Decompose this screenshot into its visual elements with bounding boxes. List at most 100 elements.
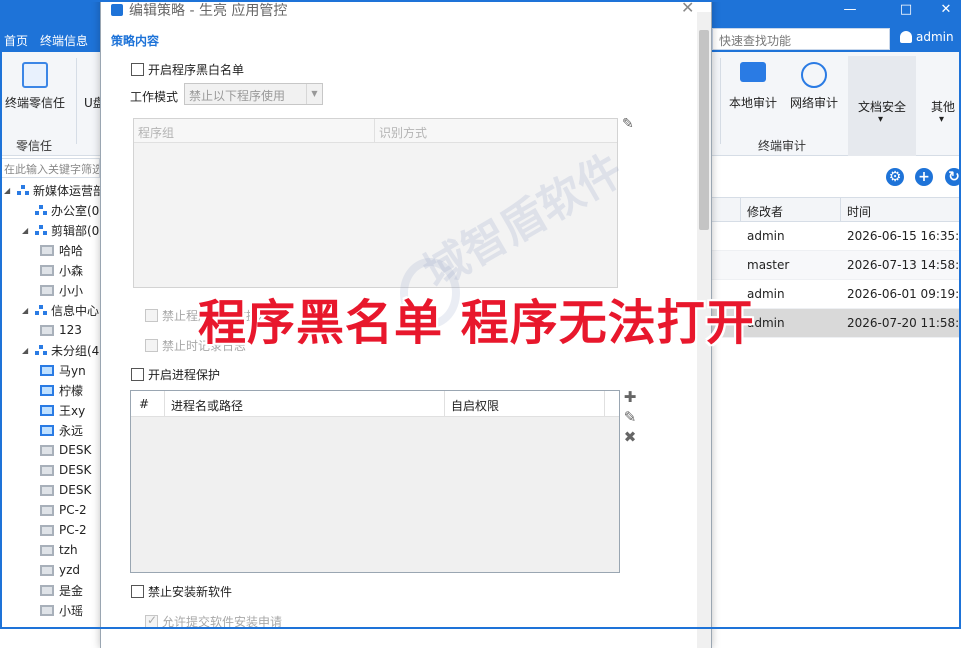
other-button[interactable]: 其他 ▾ xyxy=(922,56,961,156)
computer-icon xyxy=(40,424,54,436)
mode-select[interactable]: 禁止以下程序使用 ▼ xyxy=(184,83,323,105)
computer-icon xyxy=(40,324,54,336)
table-row[interactable]: master 2026-07-13 14:58:2 xyxy=(712,251,961,280)
maximize-button[interactable]: □ xyxy=(886,2,926,17)
chevron-down-icon: ▼ xyxy=(306,84,322,104)
chevron-down-icon: ▾ xyxy=(878,114,884,125)
document-security-button[interactable]: 文档安全 ▾ xyxy=(848,56,916,156)
tree-group[interactable]: ◢ 剪辑部(0 xyxy=(22,220,99,240)
column-time[interactable]: 时间 xyxy=(847,203,871,220)
tree-device[interactable]: 小小 xyxy=(40,280,83,300)
tree-label: 未分组(4 xyxy=(51,343,100,358)
cell-time: 2026-06-15 16:35:0 xyxy=(847,229,961,243)
scroll-thumb[interactable] xyxy=(699,30,709,230)
tree-device[interactable]: DESK xyxy=(40,460,91,480)
column-separator xyxy=(374,119,375,143)
tree-label: PC-2 xyxy=(59,523,87,537)
tree-device[interactable]: 小瑶 xyxy=(40,600,83,620)
computer-icon xyxy=(40,584,54,596)
tree-device[interactable]: PC-2 xyxy=(40,500,87,520)
refresh-icon[interactable]: ↻ xyxy=(945,168,961,186)
tree-device[interactable]: DESK xyxy=(40,440,91,460)
forbid-install-checkbox[interactable]: 禁止安装新软件 xyxy=(131,583,232,600)
checkbox-box[interactable] xyxy=(131,368,144,381)
column-separator xyxy=(740,198,741,222)
tree-group[interactable]: ◢ 未分组(4 xyxy=(22,340,99,360)
process-table-header: # 进程名或路径 自启权限 xyxy=(131,391,619,417)
computer-icon xyxy=(40,504,54,516)
edit-icon[interactable]: ✎ xyxy=(622,116,634,132)
ribbon-group-zero-trust: 零信任 xyxy=(16,139,53,153)
tree-label: 新媒体运营部 xyxy=(33,183,100,198)
cell-time: 2026-06-01 09:19:2 xyxy=(847,287,961,301)
expand-toggle-icon[interactable]: ◢ xyxy=(22,346,32,355)
shield-icon xyxy=(22,62,48,88)
column-process-path: 进程名或路径 xyxy=(171,399,244,413)
menu-home[interactable]: 首页 xyxy=(4,32,28,49)
computer-icon xyxy=(40,564,54,576)
computer-icon xyxy=(40,484,54,496)
network-audit-button[interactable]: 网络审计 xyxy=(788,62,840,111)
local-audit-button[interactable]: 本地审计 xyxy=(727,62,779,111)
tree-device[interactable]: 永远 xyxy=(40,420,83,440)
column-identify-method: 识别方式 xyxy=(379,126,428,140)
checkbox-box[interactable] xyxy=(131,63,144,76)
checkbox-box[interactable] xyxy=(131,585,144,598)
tree-group[interactable]: ◢ 信息中心 xyxy=(22,300,99,320)
tree-label: 是金 xyxy=(59,583,84,598)
zero-trust-button[interactable]: 终端零信任 xyxy=(4,62,66,111)
tree-device[interactable]: 123 xyxy=(40,320,82,340)
tree-device[interactable]: 王xy xyxy=(40,400,85,420)
minimize-button[interactable]: — xyxy=(830,2,870,17)
whitelist-checkbox[interactable]: 开启程序黑白名单 xyxy=(131,61,244,78)
checkbox-box[interactable] xyxy=(145,309,158,322)
allow-submit-label: 允许提交软件安装申请 xyxy=(162,615,283,629)
menu-terminal-info[interactable]: 终端信息 xyxy=(40,32,88,49)
tree-device[interactable]: 小森 xyxy=(40,260,83,280)
tree-device[interactable]: tzh xyxy=(40,540,78,560)
tree-device[interactable]: DESK xyxy=(40,480,91,500)
tree-label: 信息中心 xyxy=(51,303,100,318)
checkbox-box[interactable] xyxy=(145,613,158,628)
checkbox-box[interactable] xyxy=(145,339,158,352)
user-name: admin xyxy=(916,30,954,44)
network-audit-label: 网络审计 xyxy=(789,96,838,110)
ribbon-separator xyxy=(720,58,721,144)
org-icon xyxy=(35,304,47,316)
expand-toggle-icon[interactable]: ◢ xyxy=(4,186,14,195)
tree-label: PC-2 xyxy=(59,503,87,517)
tree-group[interactable]: ◢ 新媒体运营部 xyxy=(4,180,100,200)
dialog-title-text: 编辑策略 - 生亮 应用管控 xyxy=(129,3,288,19)
tree-device[interactable]: 马yn xyxy=(40,360,86,380)
column-separator xyxy=(604,391,605,417)
gear-icon[interactable]: ⚙ xyxy=(886,168,904,186)
tree-device[interactable]: yzd xyxy=(40,560,80,580)
allow-submit-checkbox[interactable]: 允许提交软件安装申请 xyxy=(145,613,282,630)
user-menu[interactable]: admin xyxy=(900,30,954,44)
table-row[interactable]: admin 2026-06-15 16:35:0 xyxy=(712,222,961,251)
tree-device[interactable]: PC-2 xyxy=(40,520,87,540)
process-protect-checkbox[interactable]: 开启进程保护 xyxy=(131,366,220,383)
tree-device[interactable]: 柠檬 xyxy=(40,380,83,400)
document-security-label: 文档安全 xyxy=(858,100,907,114)
edit-icon[interactable]: ✎ xyxy=(622,408,638,426)
tree-group[interactable]: 办公室(0 xyxy=(22,200,99,220)
add-icon[interactable]: + xyxy=(915,168,933,186)
tree-filter-input[interactable]: 在此输入关键字筛选 xyxy=(0,158,100,178)
quick-search-input[interactable]: 快速查找功能 xyxy=(712,28,890,50)
close-window-button[interactable]: ✕ xyxy=(926,2,961,17)
usb-button[interactable]: U盘 xyxy=(84,94,100,111)
delete-icon[interactable]: ✖ xyxy=(622,428,638,446)
org-icon xyxy=(35,344,47,356)
column-modifier[interactable]: 修改者 xyxy=(747,203,783,220)
tree-device[interactable]: 哈哈 xyxy=(40,240,83,260)
expand-toggle-icon[interactable]: ◢ xyxy=(22,226,32,235)
column-separator xyxy=(840,198,841,222)
tree-device[interactable]: 是金 xyxy=(40,580,83,600)
add-icon[interactable]: ✚ xyxy=(622,388,638,406)
computer-icon xyxy=(40,244,54,256)
dialog-close-icon[interactable]: ✕ xyxy=(681,0,694,17)
ribbon-separator xyxy=(76,58,77,144)
ribbon-group-terminal-audit: 终端审计 xyxy=(758,139,807,153)
expand-toggle-icon[interactable]: ◢ xyxy=(22,306,32,315)
